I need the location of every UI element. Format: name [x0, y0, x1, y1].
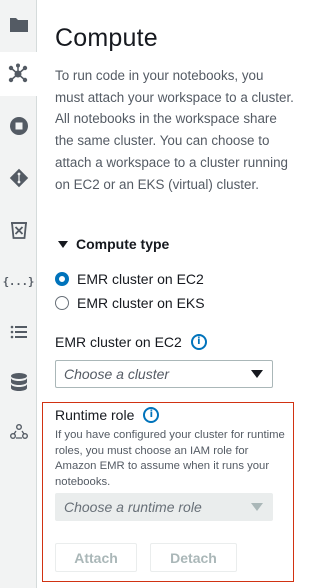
runtime-role-placeholder: Choose a runtime role — [64, 499, 202, 515]
radio-selected-icon[interactable] — [55, 272, 69, 286]
cluster-icon[interactable] — [0, 52, 37, 96]
cluster-select[interactable]: Choose a cluster — [55, 360, 273, 388]
trash-icon[interactable] — [0, 208, 37, 252]
dropdown-arrow-icon — [251, 503, 263, 511]
radio-unselected-icon[interactable] — [55, 296, 69, 310]
runtime-role-select[interactable]: Choose a runtime role — [55, 493, 273, 521]
cluster-select-placeholder: Choose a cluster — [64, 366, 170, 382]
list-icon[interactable] — [0, 310, 37, 354]
info-icon[interactable]: i — [190, 334, 207, 350]
compute-panel: Compute To run code in your notebooks, y… — [37, 0, 300, 588]
people-icon[interactable] — [0, 410, 37, 454]
folder-icon[interactable] — [0, 2, 37, 46]
cluster-field-label: EMR cluster on EC2 i — [55, 334, 207, 350]
attach-button[interactable]: Attach — [55, 543, 137, 572]
runtime-role-label-text: Runtime role — [55, 407, 135, 423]
database-icon[interactable] — [0, 360, 37, 404]
page-title: Compute — [55, 24, 158, 52]
caret-down-icon — [58, 240, 68, 248]
detach-button[interactable]: Detach — [150, 543, 237, 572]
radio-ec2-label: EMR cluster on EC2 — [77, 271, 204, 287]
compute-description: To run code in your notebooks, you must … — [55, 68, 294, 192]
radio-emr-eks[interactable]: EMR cluster on EKS — [55, 295, 205, 311]
git-icon[interactable] — [0, 156, 37, 200]
info-icon[interactable]: i — [143, 407, 160, 423]
radio-eks-label: EMR cluster on EKS — [77, 295, 205, 311]
compute-type-header[interactable]: Compute type — [55, 236, 169, 252]
stop-icon[interactable] — [0, 104, 37, 148]
left-sidebar: {...} — [0, 0, 37, 588]
runtime-role-label: Runtime role i — [55, 407, 160, 423]
radio-emr-ec2[interactable]: EMR cluster on EC2 — [55, 271, 204, 287]
braces-icon[interactable]: {...} — [0, 260, 37, 304]
dropdown-arrow-icon — [251, 370, 263, 378]
cluster-label-text: EMR cluster on EC2 — [55, 334, 182, 350]
runtime-role-description: If you have configured your cluster for … — [55, 429, 285, 488]
compute-type-label: Compute type — [76, 236, 170, 252]
